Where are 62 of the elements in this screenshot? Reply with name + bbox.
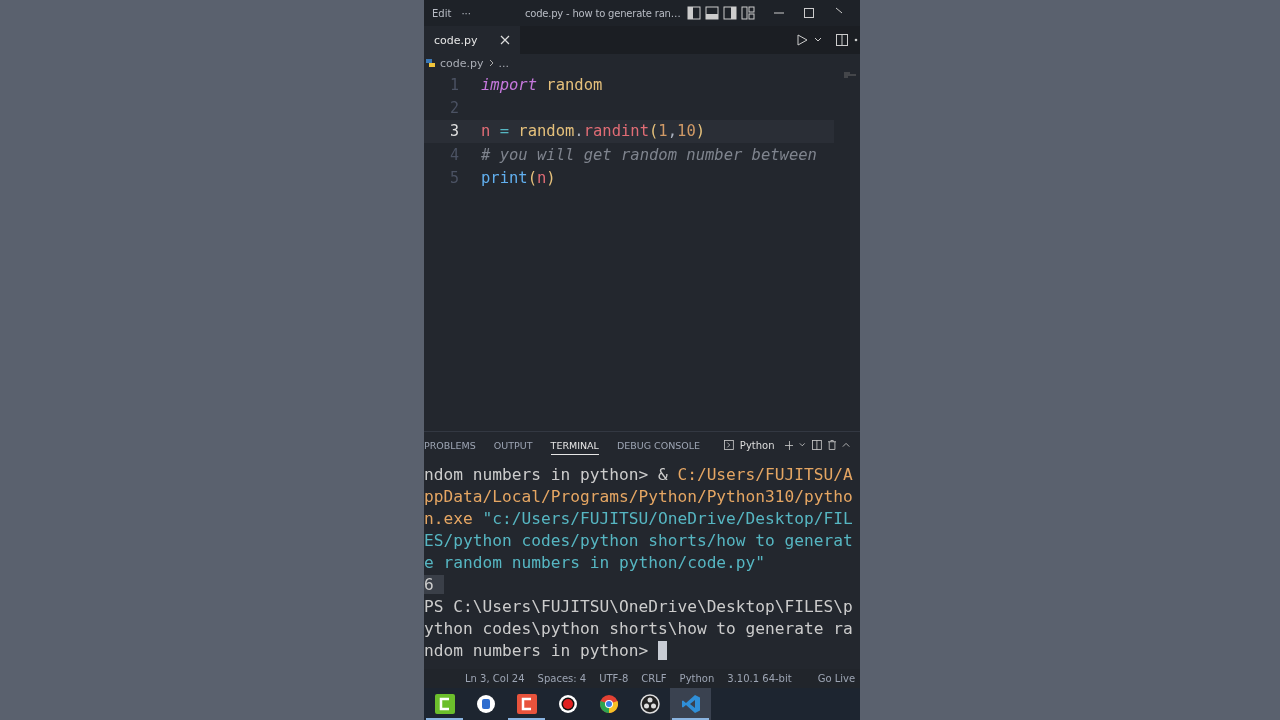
chevron-down-icon[interactable]: [814, 37, 822, 43]
more-menu[interactable]: ···: [461, 7, 477, 19]
edit-menu[interactable]: Edit: [432, 7, 458, 19]
terminal-text: PS C:\Users\FUJITSU\OneDrive\Desktop\FILES\p: [424, 596, 853, 616]
terminal-text: "c:/Users/FUJITSU/OneDrive/Desktop/FIL: [481, 508, 853, 528]
terminal-icon: [724, 439, 734, 451]
record-icon[interactable]: [558, 695, 577, 713]
code-line: import random: [481, 75, 603, 94]
paint-palette-icon[interactable]: [476, 695, 495, 713]
go-live-button[interactable]: Go Live: [817, 673, 856, 684]
terminal-text: ES/python codes/python shorts/how to generat: [424, 530, 853, 550]
breadcrumb-more[interactable]: ...: [498, 56, 510, 70]
maximize-icon[interactable]: [802, 7, 815, 19]
terminal-text: 6: [424, 574, 444, 594]
split-terminal-icon[interactable]: [811, 439, 822, 451]
vscode-icon[interactable]: [680, 694, 701, 714]
more-icon[interactable]: [854, 38, 858, 42]
layout-icon[interactable]: [740, 6, 755, 20]
code-line: n = random.randint(1,10): [481, 122, 706, 141]
status-item[interactable]: Spaces: 4: [537, 673, 587, 684]
status-item[interactable]: UTF-8: [599, 673, 629, 684]
status-item[interactable]: 3.10.1 64-bit: [727, 673, 792, 684]
terminal-text: e random numbers in python/code.py": [424, 552, 766, 572]
chevron-down-icon[interactable]: [799, 442, 806, 448]
terminal-text: ndom numbers in python> &: [424, 464, 669, 484]
panel-tab[interactable]: PROBLEMS: [424, 435, 476, 455]
panel-tab[interactable]: TERMINAL: [550, 435, 599, 455]
obs-icon[interactable]: [639, 694, 660, 714]
line-number: 3: [448, 122, 459, 141]
running-indicator: [426, 718, 463, 720]
terminal-profile[interactable]: Python: [739, 439, 775, 451]
panel-layout-icon[interactable]: [704, 6, 719, 20]
running-indicator: [672, 718, 709, 720]
terminal-text: n.exe: [424, 508, 473, 528]
plus-icon[interactable]: [784, 439, 794, 451]
terminal-text: ndom numbers in python>: [424, 640, 649, 660]
chevron-up-icon[interactable]: [841, 442, 850, 448]
panel-tab[interactable]: OUTPUT: [493, 435, 533, 455]
close-icon[interactable]: [499, 35, 510, 45]
chrome-icon[interactable]: [598, 694, 619, 714]
chevron-right-icon: [488, 59, 494, 67]
secondary-sidebar-icon[interactable]: [722, 6, 737, 20]
terminal-text: C:/Users/FUJITSU/A: [677, 464, 853, 484]
terminal-text: ython codes\python shorts\how to generate ra: [424, 618, 853, 638]
code-line: print(n): [481, 168, 556, 187]
editor-tab[interactable]: code.py: [424, 26, 520, 54]
panel-tab[interactable]: DEBUG CONSOLE: [616, 435, 701, 455]
run-icon[interactable]: [797, 34, 808, 46]
python-file-icon: [426, 58, 435, 68]
terminal-text: ppData/Local/Programs/Python/Python310/pytho: [424, 486, 853, 506]
window-title: code.py - how to generate ran…: [524, 7, 681, 19]
status-item[interactable]: Ln 3, Col 24: [465, 673, 525, 684]
status-item[interactable]: Python: [679, 673, 715, 684]
code-line: # you will get random number between: [481, 145, 817, 164]
running-indicator: [508, 718, 545, 720]
sidebar-layout-icon[interactable]: [686, 6, 701, 20]
app-icon[interactable]: [516, 694, 537, 714]
status-item[interactable]: CRLF: [641, 673, 667, 684]
app-icon[interactable]: [434, 694, 455, 714]
split-editor-icon[interactable]: [836, 34, 848, 46]
trash-icon[interactable]: [827, 439, 836, 451]
breadcrumb-file[interactable]: code.py: [440, 56, 484, 70]
